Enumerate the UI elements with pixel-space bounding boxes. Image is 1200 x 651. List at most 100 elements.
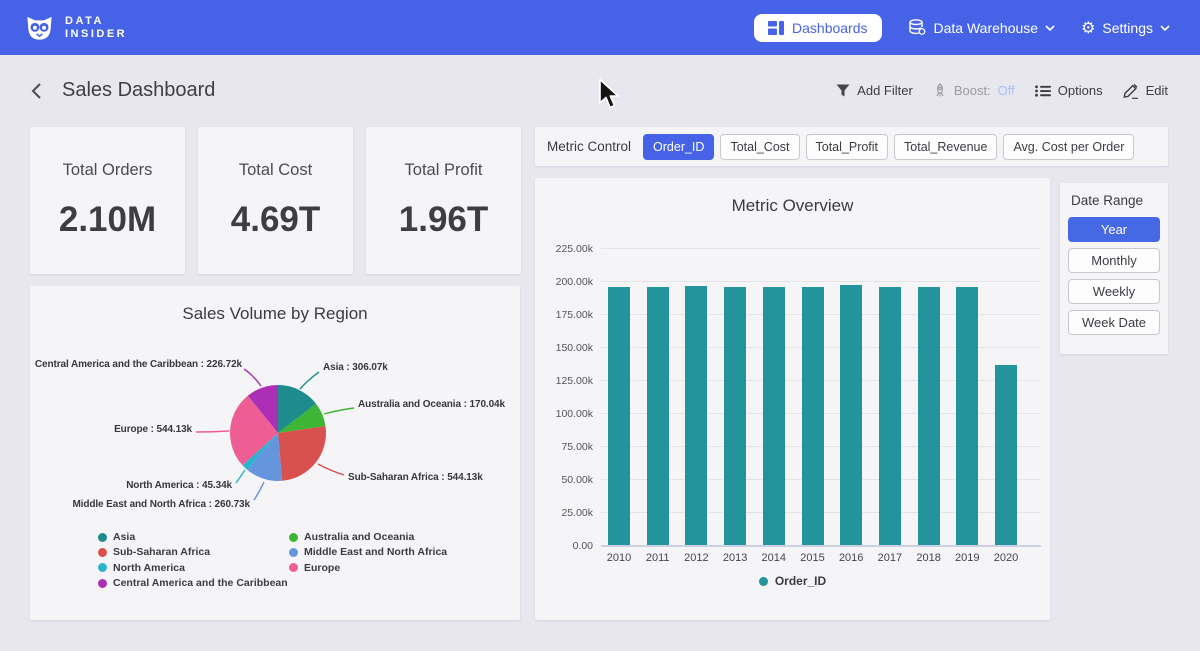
nav-menu: Dashboards Data Warehouse [754, 14, 1170, 42]
date-range-panel: Date Range YearMonthlyWeeklyWeek Date [1060, 183, 1168, 354]
date-range-button-year[interactable]: Year [1068, 217, 1160, 242]
x-axis-tick: 2020 [986, 552, 1026, 564]
add-filter-button[interactable]: Add Filter [836, 83, 913, 98]
gear-icon: ⚙ [1081, 20, 1095, 36]
bar-2016[interactable] [840, 285, 862, 545]
kpi-value: 4.69T [231, 200, 321, 240]
brand-text: DATA INSIDER [65, 15, 127, 41]
legend-dot [98, 563, 107, 572]
kpi-label: Total Profit [405, 161, 483, 180]
pie-chart-card: Sales Volume by Region Central America a… [30, 286, 520, 620]
pie-legend-item-middle-east-and-north-africa[interactable]: Middle East and North Africa [289, 546, 447, 558]
pie-legend-item-australia-and-oceania[interactable]: Australia and Oceania [289, 531, 414, 543]
bar-chart-title: Metric Overview [535, 196, 1050, 216]
bar-2012[interactable] [685, 286, 707, 546]
x-axis-tick: 2012 [676, 552, 716, 564]
bar-chart-legend: Order_ID [535, 574, 1050, 588]
dashboard-toolbar: Sales Dashboard Add Filter Boost: Off [0, 55, 1200, 112]
kpi-card-total-profit: Total Profit 1.96T [366, 127, 521, 274]
x-axis-tick: 2015 [793, 552, 833, 564]
x-axis-tick: 2019 [947, 552, 987, 564]
data-warehouse-label: Data Warehouse [934, 20, 1039, 36]
filter-funnel-icon [836, 84, 850, 97]
x-axis-tick: 2016 [831, 552, 871, 564]
legend-dot [759, 577, 768, 586]
x-axis-tick: 2018 [909, 552, 949, 564]
boost-state: Off [998, 83, 1015, 98]
boost-toggle[interactable]: Boost: Off [933, 83, 1015, 98]
metric-control-label: Metric Control [547, 139, 631, 154]
pie-legend-item-europe[interactable]: Europe [289, 562, 340, 574]
bar-2013[interactable] [724, 287, 746, 545]
bar-2020[interactable] [995, 365, 1017, 545]
kpi-label: Total Orders [63, 161, 153, 180]
gridline [601, 248, 1041, 249]
bar-legend-item-order-id[interactable]: Order_ID [759, 574, 826, 588]
bar-2015[interactable] [802, 287, 824, 545]
kpi-label: Total Cost [239, 161, 312, 180]
pie-legend-item-asia[interactable]: Asia [98, 531, 135, 543]
legend-dot [289, 533, 298, 542]
rocket-icon [933, 83, 947, 98]
dashboards-button[interactable]: Dashboards [754, 14, 882, 42]
boost-label: Boost: [954, 83, 991, 98]
y-axis-tick: 225.00k [538, 243, 593, 255]
metric-chip-total-revenue[interactable]: Total_Revenue [894, 134, 997, 160]
x-axis-tick: 2010 [599, 552, 639, 564]
y-axis-tick: 200.00k [538, 276, 593, 288]
y-axis-tick: 100.00k [538, 408, 593, 420]
kpi-value: 1.96T [399, 200, 489, 240]
legend-dot [98, 548, 107, 557]
data-warehouse-menu[interactable]: Data Warehouse [908, 19, 1056, 36]
dashboards-grid-icon [768, 21, 784, 35]
date-range-buttons: Year Monthly Weekly Week Date [1068, 217, 1160, 335]
bar-2014[interactable] [763, 287, 785, 545]
toolbar-actions: Add Filter Boost: Off [836, 83, 1168, 99]
brand-logo[interactable]: DATA INSIDER [24, 12, 127, 43]
settings-menu[interactable]: ⚙ Settings [1081, 20, 1170, 36]
brand-line2: INSIDER [65, 28, 127, 41]
legend-dot [289, 548, 298, 557]
bar-2018[interactable] [918, 287, 940, 545]
options-button[interactable]: Options [1035, 83, 1103, 98]
x-axis-tick: 2011 [638, 552, 678, 564]
brand-line1: DATA [65, 15, 127, 28]
options-list-icon [1035, 85, 1051, 97]
kpi-value: 2.10M [59, 200, 156, 240]
x-axis-tick: 2013 [715, 552, 755, 564]
bar-2011[interactable] [647, 287, 669, 545]
app: DATA INSIDER Dashboards [0, 0, 1200, 651]
bar-chart-card: Metric Overview 225.00k 200.00k 175.00k 150… [535, 178, 1050, 620]
y-axis-tick: 50.00k [538, 474, 593, 486]
bar-2017[interactable] [879, 287, 901, 545]
top-nav: DATA INSIDER Dashboards [0, 0, 1200, 55]
y-axis-tick: 75.00k [538, 441, 593, 453]
metric-chip-total-profit[interactable]: Total_Profit [806, 134, 889, 160]
edit-pencil-icon [1123, 83, 1139, 99]
chevron-down-icon [1045, 25, 1055, 31]
chevron-down-icon [1160, 25, 1170, 31]
kpi-card-total-orders: Total Orders 2.10M [30, 127, 185, 274]
date-range-button-monthly[interactable]: Monthly [1068, 248, 1160, 273]
pie-legend-item-central-america-and-the-caribbean[interactable]: Central America and the Caribbean [98, 577, 288, 589]
date-range-button-weekly[interactable]: Weekly [1068, 279, 1160, 304]
pie-legend-item-sub-saharan-africa[interactable]: Sub-Saharan Africa [98, 546, 210, 558]
database-icon [908, 19, 927, 36]
y-axis-tick: 150.00k [538, 342, 593, 354]
pie-legend: Asia Sub-Saharan Africa North America Centr… [30, 286, 520, 620]
metric-chip-total-cost[interactable]: Total_Cost [720, 134, 799, 160]
metric-chip-order-id[interactable]: Order_ID [643, 134, 714, 160]
gridline [601, 281, 1041, 282]
edit-button[interactable]: Edit [1123, 83, 1168, 99]
metric-control-bar: Metric Control Order_IDTotal_Cost Total_P… [535, 127, 1168, 166]
x-axis-tick: 2017 [870, 552, 910, 564]
legend-dot [289, 563, 298, 572]
bar-2019[interactable] [956, 287, 978, 545]
metric-chip-avg-cost-per-order[interactable]: Avg. Cost per Order [1003, 134, 1134, 160]
pie-legend-item-north-america[interactable]: North America [98, 562, 185, 574]
date-range-button-week-date[interactable]: Week Date [1068, 310, 1160, 335]
bar-2010[interactable] [608, 287, 630, 545]
y-axis-tick: 175.00k [538, 309, 593, 321]
y-axis-tick: 0.00 [538, 540, 593, 552]
back-button[interactable] [28, 80, 44, 102]
